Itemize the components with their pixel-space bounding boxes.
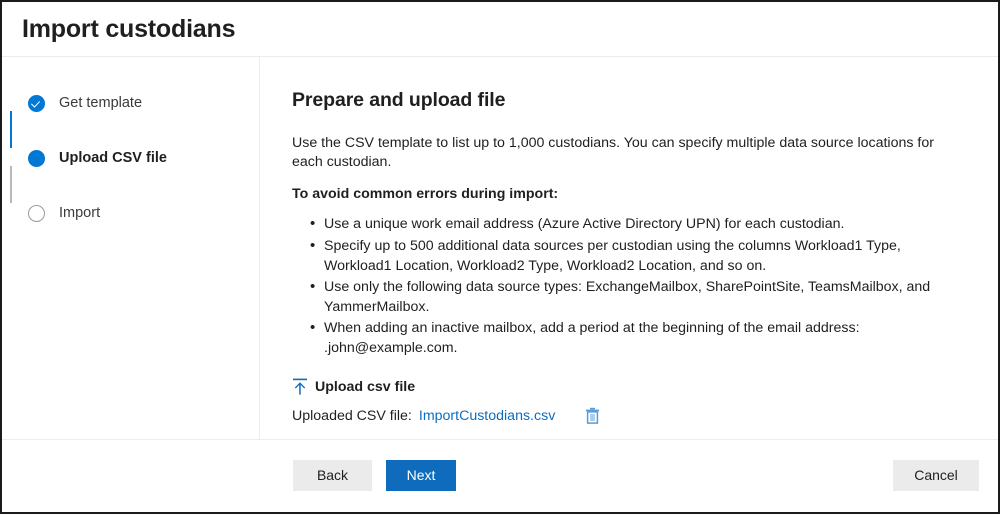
list-item: Use only the following data source types… bbox=[310, 276, 968, 317]
uploaded-file-label: Uploaded CSV file: bbox=[292, 407, 412, 424]
check-circle-icon bbox=[28, 94, 45, 112]
delete-icon[interactable] bbox=[585, 407, 600, 425]
back-button[interactable]: Back bbox=[293, 459, 372, 491]
content-heading: Prepare and upload file bbox=[292, 89, 506, 111]
step-label-get-template: Get template bbox=[59, 95, 143, 111]
upload-icon bbox=[293, 379, 307, 396]
next-button[interactable]: Next bbox=[386, 459, 456, 491]
dialog-body: Get template Upload CSV file Import Prep… bbox=[2, 57, 998, 500]
sidebar-item-get-template[interactable]: Get template bbox=[28, 94, 259, 112]
empty-circle-icon bbox=[28, 204, 45, 222]
sidebar-item-upload-csv-file[interactable]: Upload CSV file bbox=[28, 149, 259, 167]
uploaded-file-link[interactable]: ImportCustodians.csv bbox=[419, 408, 555, 424]
step-label-upload-csv-file: Upload CSV file bbox=[59, 150, 167, 166]
page-title: Import custodians bbox=[22, 14, 236, 43]
cancel-button[interactable]: Cancel bbox=[893, 459, 979, 491]
wizard-step-nav: Get template Upload CSV file Import bbox=[2, 57, 260, 439]
content-intro-text: Use the CSV template to list up to 1,000… bbox=[292, 135, 934, 171]
upload-csv-file-button[interactable]: Upload csv file bbox=[292, 378, 416, 396]
filled-circle-icon bbox=[28, 149, 45, 167]
dialog-header: Import custodians bbox=[2, 2, 998, 57]
step-label-import: Import bbox=[59, 205, 101, 221]
wizard-steps-list: Get template Upload CSV file Import bbox=[2, 94, 259, 222]
tips-list: Use a unique work email address (Azure A… bbox=[292, 213, 968, 358]
upload-csv-file-label: Upload csv file bbox=[315, 378, 416, 395]
uploaded-file-row: Uploaded CSV file: ImportCustodians.csv bbox=[292, 407, 968, 425]
sidebar-item-import[interactable]: Import bbox=[28, 204, 259, 222]
import-custodians-dialog: Import custodians Get template Upload CS… bbox=[0, 0, 1000, 514]
list-item: When adding an inactive mailbox, add a p… bbox=[310, 317, 968, 358]
wizard-content-pane: Prepare and upload file Use the CSV temp… bbox=[260, 57, 998, 500]
step-connector-1 bbox=[10, 111, 12, 148]
step-connector-2 bbox=[10, 166, 12, 203]
content-subheading: To avoid common errors during import: bbox=[292, 186, 559, 203]
list-item: Specify up to 500 additional data source… bbox=[310, 234, 968, 276]
dialog-footer: Back Next Cancel bbox=[2, 440, 998, 510]
list-item: Use a unique work email address (Azure A… bbox=[310, 213, 968, 234]
